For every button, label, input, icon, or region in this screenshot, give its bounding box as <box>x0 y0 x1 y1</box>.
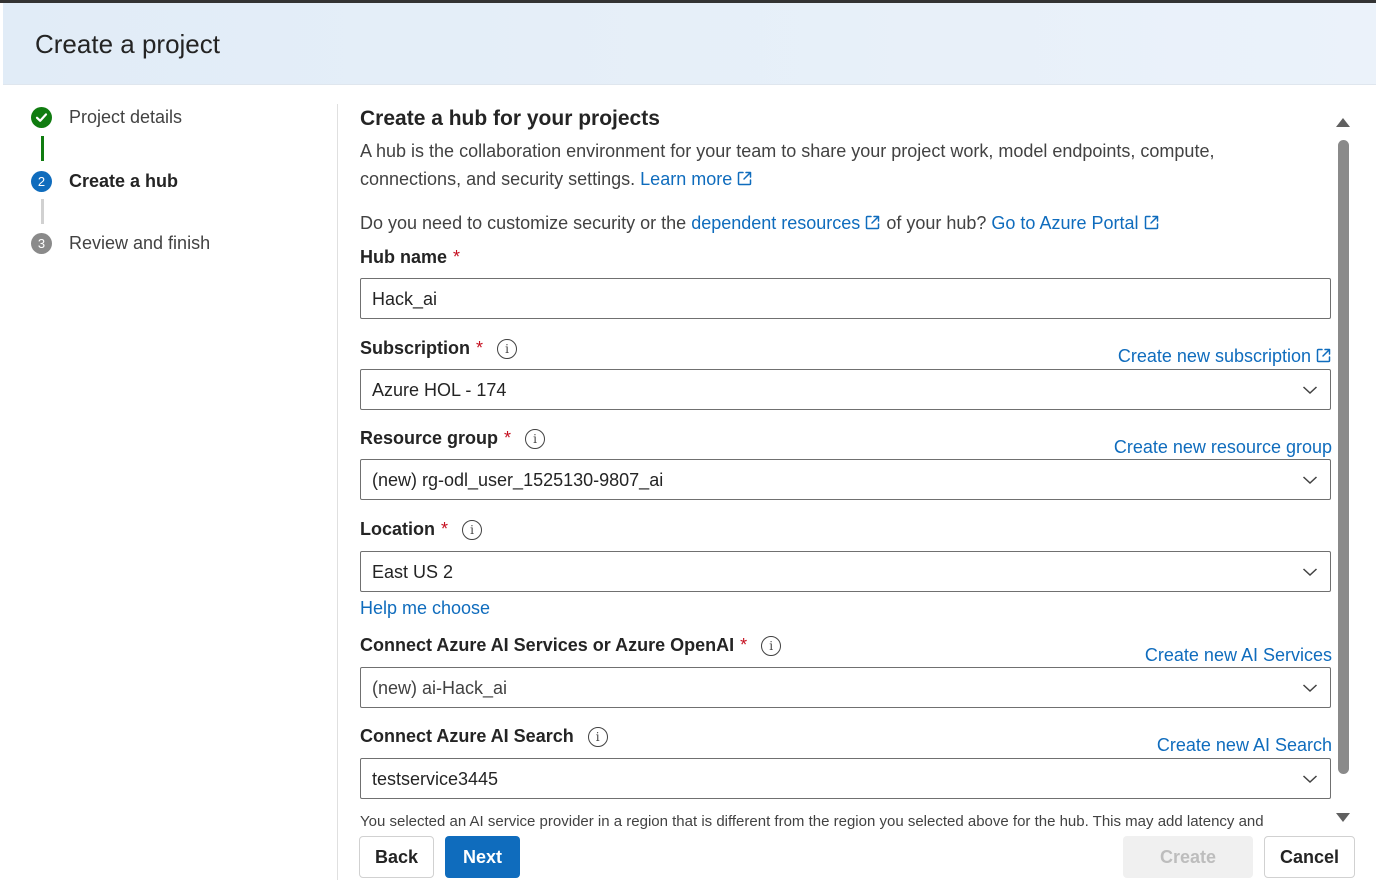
external-link-icon <box>737 171 752 186</box>
hub-name-value: Hack_ai <box>372 289 438 309</box>
location-label: Location * i <box>360 519 483 540</box>
help-me-choose-link[interactable]: Help me choose <box>360 598 490 619</box>
external-link-icon <box>1316 348 1331 363</box>
cancel-button[interactable]: Cancel <box>1264 836 1355 878</box>
ai-search-label: Connect Azure AI Search i <box>360 726 608 747</box>
create-new-resource-group-link[interactable]: Create new resource group <box>1114 437 1332 458</box>
step-number-badge: 2 <box>31 171 52 192</box>
location-value: East US 2 <box>372 562 454 582</box>
required-marker: * <box>453 247 461 267</box>
learn-more-link[interactable]: Learn more <box>640 169 753 189</box>
step-connector-complete <box>41 136 44 161</box>
dialog-header: Create a project <box>3 3 1376 85</box>
customize-question: Do you need to customize security or the… <box>360 213 1160 234</box>
subscription-dropdown[interactable]: Azure HOL - 174 <box>360 369 1331 410</box>
ai-services-label: Connect Azure AI Services or Azure OpenA… <box>360 635 782 656</box>
info-icon[interactable]: i <box>587 726 608 747</box>
ai-search-dropdown[interactable]: testservice3445 <box>360 758 1331 799</box>
dialog-title: Create a project <box>35 29 220 59</box>
required-marker: * <box>504 428 512 448</box>
form-panel: Create a hub for your projects A hub is … <box>360 104 1335 830</box>
next-button[interactable]: Next <box>445 836 520 878</box>
dependent-resources-link[interactable]: dependent resources <box>691 213 881 233</box>
section-description: A hub is the collaboration environment f… <box>360 141 1215 189</box>
ai-services-value: (new) ai-Hack_ai <box>372 678 508 698</box>
scroll-down-arrow-icon[interactable] <box>1335 812 1351 824</box>
chevron-down-icon <box>1302 476 1318 485</box>
resource-group-value: (new) rg-odl_user_1525130-9807_ai <box>372 470 664 490</box>
step-label: Create a hub <box>69 171 179 191</box>
hub-name-input[interactable]: Hack_ai <box>360 278 1331 319</box>
chevron-down-icon <box>1302 684 1318 693</box>
step-review-finish[interactable]: 3 Review and finish <box>31 233 210 254</box>
step-project-details[interactable]: Project details <box>31 107 182 128</box>
ai-search-value: testservice3445 <box>372 769 499 789</box>
step-create-hub[interactable]: 2 Create a hub <box>31 171 178 192</box>
chevron-down-icon <box>1302 568 1318 577</box>
scrollbar-thumb[interactable] <box>1338 140 1349 774</box>
info-icon[interactable]: i <box>761 635 782 656</box>
external-link-icon <box>1144 215 1158 230</box>
create-new-ai-search-link[interactable]: Create new AI Search <box>1157 735 1332 756</box>
chevron-down-icon <box>1302 386 1318 395</box>
azure-portal-link[interactable]: Go to Azure Portal <box>991 213 1159 233</box>
external-link-icon <box>866 215 880 230</box>
info-icon[interactable]: i <box>497 338 518 359</box>
subscription-value: Azure HOL - 174 <box>372 380 507 400</box>
checkmark-icon <box>31 107 52 128</box>
info-icon[interactable]: i <box>462 519 483 540</box>
info-icon[interactable]: i <box>525 428 546 449</box>
create-new-subscription-link[interactable]: Create new subscription <box>1118 346 1332 367</box>
region-warning-text: You selected an AI service provider in a… <box>360 813 1264 830</box>
scroll-up-arrow-icon[interactable] <box>1335 116 1351 128</box>
step-connector-pending <box>41 199 44 224</box>
create-button[interactable]: Create <box>1123 836 1253 878</box>
chevron-down-icon <box>1302 775 1318 784</box>
required-marker: * <box>476 338 484 358</box>
step-label: Project details <box>69 107 183 127</box>
location-dropdown[interactable]: East US 2 <box>360 551 1331 592</box>
resource-group-dropdown[interactable]: (new) rg-odl_user_1525130-9807_ai <box>360 459 1331 500</box>
section-title: Create a hub for your projects <box>360 107 660 130</box>
panel-divider <box>337 104 338 880</box>
hub-name-label: Hub name * <box>360 247 461 267</box>
back-button[interactable]: Back <box>359 836 434 878</box>
subscription-label: Subscription * i <box>360 338 518 359</box>
step-label: Review and finish <box>69 233 211 253</box>
step-number-badge: 3 <box>31 233 52 254</box>
required-marker: * <box>740 635 748 655</box>
create-new-ai-services-link[interactable]: Create new AI Services <box>1145 645 1332 666</box>
required-marker: * <box>441 519 449 539</box>
ai-services-dropdown[interactable]: (new) ai-Hack_ai <box>360 667 1331 708</box>
resource-group-label: Resource group * i <box>360 428 546 449</box>
